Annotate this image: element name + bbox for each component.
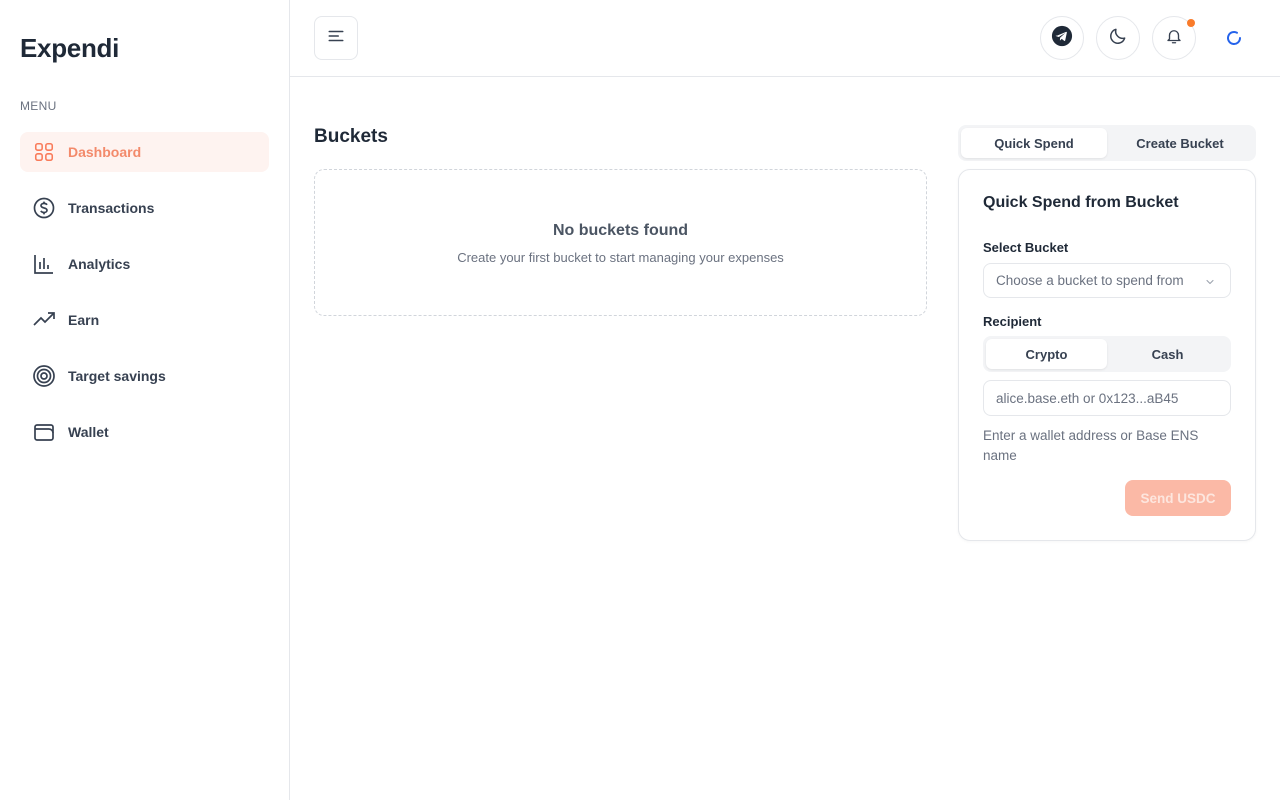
notification-dot bbox=[1187, 19, 1195, 27]
wallet-icon bbox=[32, 420, 56, 444]
wallet-address-hint: Enter a wallet address or Base ENS name bbox=[983, 428, 1199, 463]
dashboard-icon bbox=[32, 140, 56, 164]
chevron-down-icon bbox=[1204, 275, 1216, 287]
brand-logo[interactable]: Expendi bbox=[20, 33, 119, 64]
bucket-select[interactable]: Choose a bucket to spend from bbox=[983, 263, 1231, 298]
sidebar-item-wallet[interactable]: Wallet bbox=[20, 412, 269, 452]
theme-toggle-button[interactable] bbox=[1096, 16, 1140, 60]
sidebar-item-label: Transactions bbox=[68, 200, 155, 216]
sidebar-item-label: Analytics bbox=[68, 256, 131, 272]
buckets-empty-state: No buckets found Create your first bucke… bbox=[314, 169, 927, 316]
menu-section-label: MENU bbox=[20, 99, 57, 113]
quick-spend-title: Quick Spend from Bucket bbox=[983, 194, 1179, 211]
sidebar-item-target-savings[interactable]: Target savings bbox=[20, 356, 269, 396]
sidebar-item-label: Dashboard bbox=[68, 144, 142, 160]
sidebar-nav: Dashboard Transactions Analytics Earn Ta… bbox=[20, 132, 269, 468]
trending-up-icon bbox=[32, 308, 56, 332]
bucket-select-placeholder: Choose a bucket to spend from bbox=[996, 273, 1184, 288]
tab-cash[interactable]: Cash bbox=[1107, 339, 1228, 369]
sidebar-item-label: Wallet bbox=[68, 424, 109, 440]
sidebar-item-analytics[interactable]: Analytics bbox=[20, 244, 269, 284]
bell-icon bbox=[1165, 27, 1183, 50]
sidebar-item-earn[interactable]: Earn bbox=[20, 300, 269, 340]
recipient-label: Recipient bbox=[983, 314, 1042, 329]
tab-quick-spend[interactable]: Quick Spend bbox=[961, 128, 1107, 158]
bar-chart-icon bbox=[32, 252, 56, 276]
recipient-type-tabs: Crypto Cash bbox=[983, 336, 1231, 372]
quick-spend-card: Quick Spend from Bucket Select Bucket Ch… bbox=[958, 169, 1256, 541]
sidebar-item-label: Earn bbox=[68, 312, 100, 328]
spinner-icon bbox=[1226, 30, 1242, 46]
moon-icon bbox=[1108, 26, 1128, 51]
menu-icon bbox=[327, 27, 345, 50]
tab-create-bucket[interactable]: Create Bucket bbox=[1107, 128, 1253, 158]
dollar-circle-icon bbox=[32, 196, 56, 220]
sidebar-item-label: Target savings bbox=[68, 368, 166, 384]
empty-state-title: No buckets found bbox=[552, 222, 689, 239]
sidebar-item-dashboard[interactable]: Dashboard bbox=[20, 132, 269, 172]
top-header bbox=[290, 0, 1280, 77]
tab-crypto[interactable]: Crypto bbox=[986, 339, 1107, 369]
send-usdc-button[interactable]: Send USDC bbox=[1125, 480, 1231, 516]
sidebar-item-transactions[interactable]: Transactions bbox=[20, 188, 269, 228]
target-icon bbox=[32, 364, 56, 388]
sidebar: Expendi MENU Dashboard Transactions Anal… bbox=[0, 0, 290, 800]
telegram-icon bbox=[1051, 25, 1073, 52]
buckets-title: Buckets bbox=[314, 126, 388, 147]
select-bucket-label: Select Bucket bbox=[983, 240, 1069, 255]
wallet-address-input[interactable] bbox=[983, 380, 1231, 416]
telegram-button[interactable] bbox=[1040, 16, 1084, 60]
notifications-button[interactable] bbox=[1152, 16, 1196, 60]
spend-tabs: Quick Spend Create Bucket bbox=[958, 125, 1256, 161]
empty-state-subtitle: Create your first bucket to start managi… bbox=[457, 250, 784, 265]
menu-toggle-button[interactable] bbox=[314, 16, 358, 60]
